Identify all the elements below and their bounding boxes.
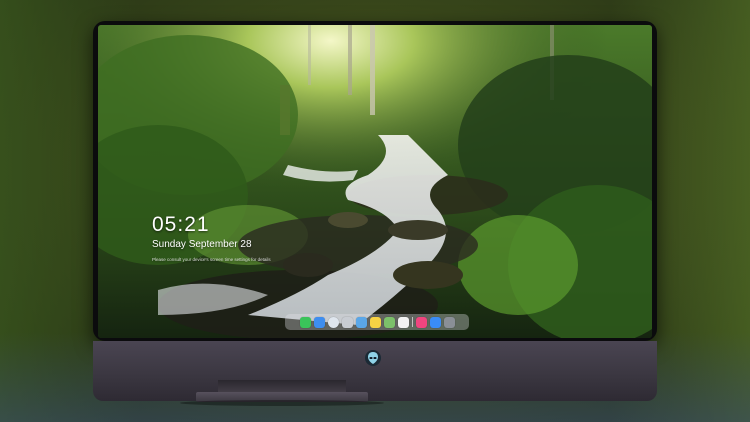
monitor-bezel: 05:21 Sunday September 28 Please consult…	[93, 21, 657, 341]
dock-separator	[411, 317, 413, 327]
forest-waterfall-wallpaper	[98, 25, 652, 338]
lock-screen[interactable]: 05:21 Sunday September 28 Please consult…	[98, 25, 652, 338]
monitor: 05:21 Sunday September 28 Please consult…	[93, 21, 657, 401]
app-store-icon[interactable]	[429, 316, 441, 328]
dock	[285, 314, 469, 330]
finder-icon[interactable]	[313, 316, 325, 328]
monitor-neck	[218, 380, 346, 392]
music-icon[interactable]	[415, 316, 427, 328]
files-icon[interactable]	[355, 316, 367, 328]
messages-icon[interactable]	[299, 316, 311, 328]
calendar-icon[interactable]	[397, 316, 409, 328]
lock-screen-clock: 05:21	[152, 213, 210, 236]
lock-screen-date: Sunday September 28	[152, 239, 252, 250]
maps-icon[interactable]	[383, 316, 395, 328]
monitor-chin	[93, 341, 657, 401]
photos-icon[interactable]	[341, 316, 353, 328]
notes-icon[interactable]	[369, 316, 381, 328]
stand-shadow	[180, 400, 384, 406]
lock-screen-notice: Please consult your device's screen time…	[152, 257, 271, 262]
alien-head-logo-icon	[365, 350, 381, 366]
safari-icon[interactable]	[327, 316, 339, 328]
settings-icon[interactable]	[443, 316, 455, 328]
